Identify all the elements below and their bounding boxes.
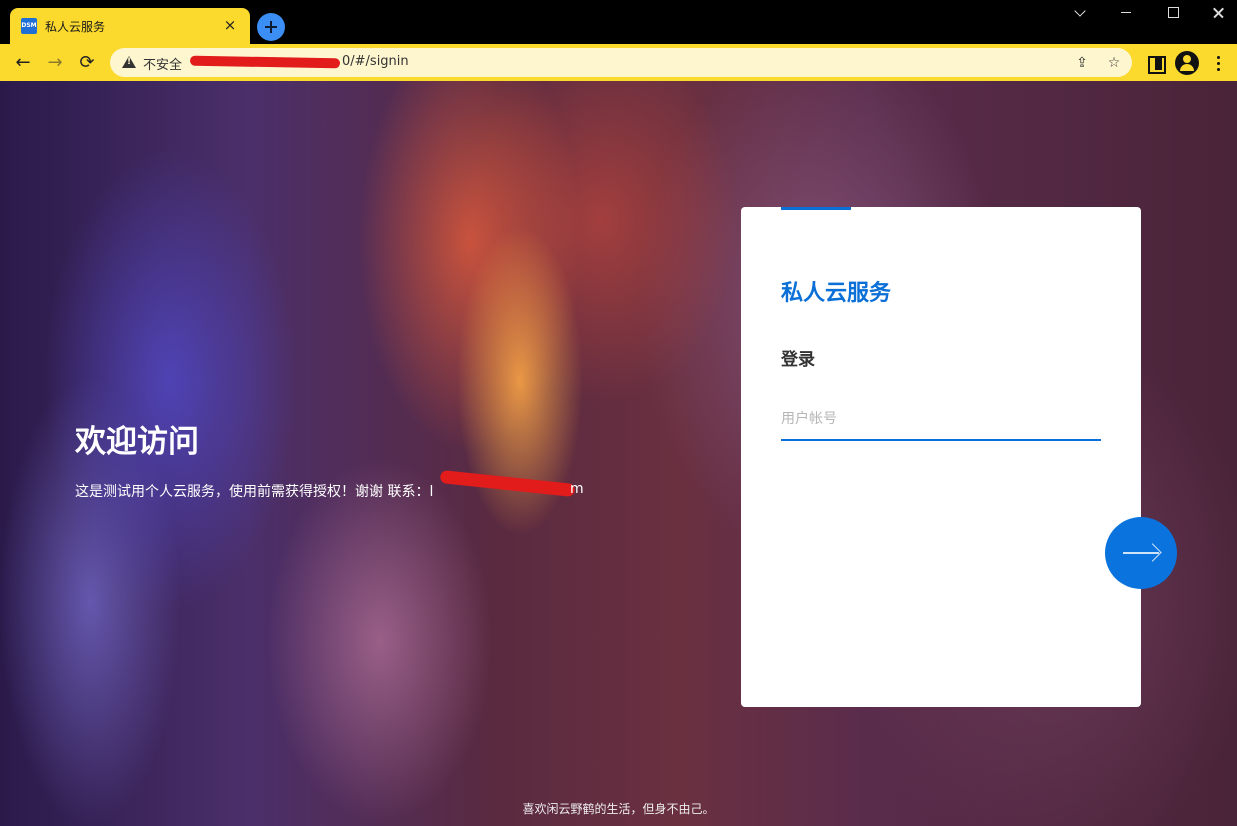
- login-heading: 登录: [781, 350, 815, 370]
- back-arrow-icon[interactable]: ←: [8, 48, 38, 78]
- browser-toolbar: ← → ⟳ 不安全 0/#/signin ⇪ ☆: [0, 44, 1237, 81]
- card-accent-bar: [781, 207, 851, 210]
- kebab-menu-icon[interactable]: [1207, 51, 1231, 75]
- close-window-icon[interactable]: [1196, 0, 1237, 28]
- address-bar[interactable]: 不安全 0/#/signin ⇪ ☆: [110, 48, 1132, 77]
- warning-triangle-icon[interactable]: [122, 56, 136, 68]
- profile-icon[interactable]: [1175, 51, 1199, 75]
- minimize-icon[interactable]: [1104, 0, 1150, 28]
- forward-arrow-icon[interactable]: →: [40, 48, 70, 78]
- share-icon[interactable]: ⇪: [1072, 53, 1092, 73]
- signin-page: 欢迎访问 这是测试用个人云服务，使用前需获得授权！谢谢 联系：l m 私人云服务…: [0, 81, 1237, 826]
- login-card-title: 私人云服务: [781, 281, 892, 306]
- security-label[interactable]: 不安全: [143, 54, 182, 73]
- welcome-description-tail: m: [570, 481, 584, 497]
- browser-titlebar: DSM 私人云服务 ×: [0, 0, 1237, 44]
- footer-quote: 喜欢闲云野鹤的生活，但身不由己。: [522, 802, 715, 816]
- login-card: 私人云服务 登录: [741, 207, 1141, 707]
- maximize-icon[interactable]: [1150, 0, 1196, 28]
- side-panel-icon[interactable]: [1143, 51, 1167, 75]
- tab-search-chevron-icon[interactable]: [1057, 0, 1103, 28]
- tab-title: 私人云服务: [45, 20, 106, 34]
- username-input[interactable]: [781, 399, 1101, 441]
- url-text[interactable]: 0/#/signin: [342, 54, 409, 69]
- star-icon[interactable]: ☆: [1104, 53, 1124, 73]
- reload-icon[interactable]: ⟳: [72, 48, 102, 78]
- redaction-mark: [439, 469, 576, 498]
- tab-close-icon[interactable]: ×: [220, 15, 240, 35]
- welcome-description: 这是测试用个人云服务，使用前需获得授权！谢谢 联系：l: [75, 484, 434, 500]
- next-arrow-button[interactable]: [1105, 517, 1177, 589]
- redaction-mark: [189, 55, 341, 69]
- dsm-favicon-icon: DSM: [21, 18, 37, 34]
- browser-tab[interactable]: DSM 私人云服务 ×: [10, 8, 250, 44]
- new-tab-plus-icon[interactable]: [257, 13, 285, 41]
- welcome-title: 欢迎访问: [75, 424, 199, 460]
